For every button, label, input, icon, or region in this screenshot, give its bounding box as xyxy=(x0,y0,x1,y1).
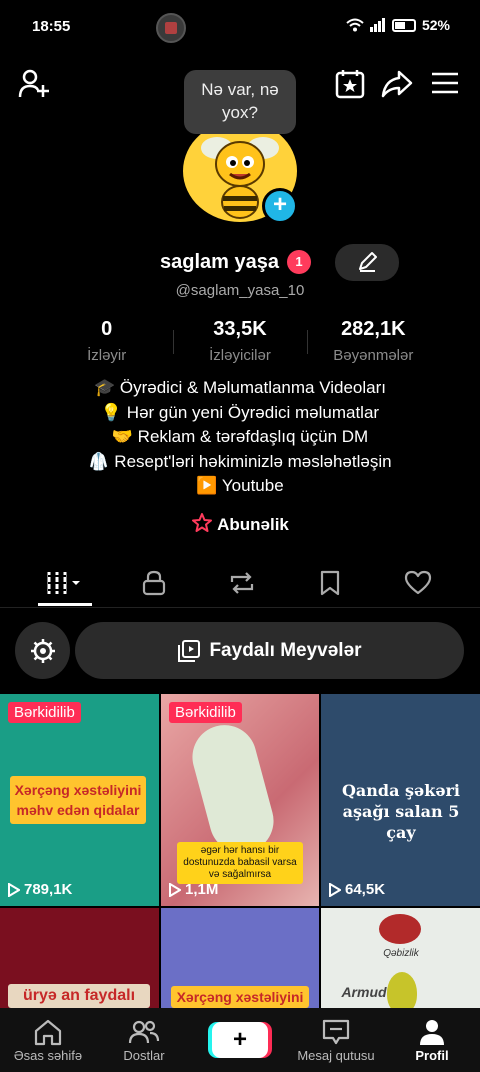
bottom-navigation: Əsas səhifə Dostlar + Mesaj qutusu Profi… xyxy=(0,1008,480,1072)
video-caption: Armud xyxy=(341,984,387,1000)
video-caption: əgər hər hansı bir dostunuzda babasil va… xyxy=(177,842,303,884)
profile-bio: 🎓 Öyrədici & Məlumatlanma Videoları 💡 Hə… xyxy=(0,376,480,499)
calendar-star-icon[interactable] xyxy=(334,68,366,100)
notification-app-icon xyxy=(156,13,186,43)
profile-name-row: saglam yaşa 1 xyxy=(160,250,311,274)
video-caption: Qanda şəkəri aşağı salan 5 çay xyxy=(341,781,461,842)
playlist-icon xyxy=(178,639,201,662)
friends-icon xyxy=(128,1020,160,1043)
signal-icon xyxy=(369,18,385,32)
videos-grid-icon xyxy=(47,572,80,594)
play-icon xyxy=(8,882,20,897)
stat-value: 33,5K xyxy=(213,318,267,340)
inbox-icon xyxy=(322,1019,350,1044)
edit-profile-button[interactable] xyxy=(335,244,399,281)
video-grid: Bərkidilib Xərçəng xəstəliyini məhv edən… xyxy=(0,694,480,1014)
lock-icon xyxy=(142,570,166,596)
video-thumbnail[interactable]: Qəbizlik Armud xyxy=(321,908,480,1014)
video-caption: Xərçəng xəstəliyini məhv edən qidalar xyxy=(10,776,146,824)
share-icon[interactable] xyxy=(381,68,413,100)
tab-reposts[interactable] xyxy=(198,560,286,606)
video-caption: üryə an faydalı xyxy=(8,984,150,1008)
menu-icon[interactable] xyxy=(430,68,460,98)
status-bar: 18:55 52% xyxy=(0,0,480,54)
nav-friends[interactable]: Dostlar xyxy=(96,1008,192,1072)
stat-value: 282,1K xyxy=(341,318,406,340)
pencil-icon xyxy=(359,252,377,272)
playlist-settings-button[interactable] xyxy=(15,622,70,679)
nav-label: Dostlar xyxy=(123,1047,165,1063)
tab-private[interactable] xyxy=(110,560,198,606)
subscription-label: Abunəlik xyxy=(217,515,289,534)
bio-line: 🥼 Resept'ləri həkiminizlə məsləhətləşin xyxy=(88,451,392,471)
view-count: 789,1K xyxy=(8,881,72,898)
subscription-star-icon xyxy=(192,513,213,532)
nav-label: Əsas səhifə xyxy=(13,1047,83,1063)
nav-home[interactable]: Əsas səhifə xyxy=(0,1008,96,1072)
nav-profile[interactable]: Profil xyxy=(384,1008,480,1072)
battery-percent: 52% xyxy=(421,17,450,33)
bio-line: 💡 Hər gün yeni Öyrədici məlumatlar xyxy=(100,402,380,422)
thumbnail-figure xyxy=(185,717,281,861)
bookmark-icon xyxy=(320,570,340,596)
thumbnail-figure xyxy=(379,914,421,944)
subscription-link[interactable]: Abunəlik xyxy=(0,513,480,535)
stat-label: İzləyicilər xyxy=(209,347,271,364)
add-avatar-button[interactable]: + xyxy=(262,188,298,224)
stat-following[interactable]: 0 İzləyir xyxy=(40,318,173,364)
tab-liked[interactable] xyxy=(374,560,462,606)
view-count: 1,1M xyxy=(169,881,218,898)
tabs-divider xyxy=(0,607,480,608)
home-icon xyxy=(34,1019,62,1045)
view-count-value: 1,1M xyxy=(185,881,219,898)
stat-label: Bəyənmələr xyxy=(333,347,414,364)
active-tab-indicator xyxy=(38,603,92,606)
status-note-bubble[interactable]: Nə var, nə yox? xyxy=(184,70,296,134)
tab-saved[interactable] xyxy=(286,560,374,606)
tab-videos[interactable] xyxy=(22,560,110,606)
nav-label: Profil xyxy=(415,1047,449,1063)
bio-line: 🤝 Reklam & tərəfdaşlıq üçün DM xyxy=(111,427,369,446)
bio-line-youtube[interactable]: ▶️ Youtube xyxy=(0,474,480,499)
profile-icon xyxy=(420,1019,444,1045)
heart-icon xyxy=(404,570,432,595)
profile-stats: 0 İzləyir 33,5K İzləyicilər 282,1K Bəyən… xyxy=(40,318,440,364)
play-icon xyxy=(169,882,181,897)
bio-line: 🎓 Öyrədici & Məlumatlanma Videoları xyxy=(93,378,387,397)
stat-label: İzləyir xyxy=(87,347,127,364)
video-caption: Xərçəng xəstəliyini xyxy=(171,986,309,1008)
nav-label: Mesaj qutusu xyxy=(297,1047,375,1063)
stat-followers[interactable]: 33,5K İzləyicilər xyxy=(173,318,306,364)
video-thumbnail[interactable]: Bərkidilib əgər hər hansı bir dostunuzda… xyxy=(161,694,319,906)
video-caption: Qəbizlik xyxy=(383,948,419,959)
stat-value: 0 xyxy=(101,318,113,340)
add-friend-icon[interactable] xyxy=(18,68,52,100)
gear-icon xyxy=(30,638,55,663)
pinned-badge: Bərkidilib xyxy=(8,702,81,723)
view-count-value: 64,5K xyxy=(345,881,386,898)
battery-icon xyxy=(391,18,416,32)
video-thumbnail[interactable]: Xərçəng xəstəliyini xyxy=(161,908,319,1014)
profile-tabs xyxy=(22,560,462,606)
notification-badge: 1 xyxy=(286,250,311,274)
pinned-badge: Bərkidilib xyxy=(169,702,242,723)
status-right: 52% xyxy=(346,17,450,33)
profile-name: saglam yaşa xyxy=(160,250,279,273)
view-count: 64,5K xyxy=(329,881,385,898)
profile-handle: @saglam_yasa_10 xyxy=(175,282,305,299)
playlist-button[interactable]: Faydalı Meyvələr xyxy=(75,622,464,679)
create-plus-icon: + xyxy=(212,1022,268,1058)
video-thumbnail[interactable]: Bərkidilib Xərçəng xəstəliyini məhv edən… xyxy=(0,694,159,906)
status-time: 18:55 xyxy=(32,18,71,35)
nav-create[interactable]: + xyxy=(192,1008,288,1072)
view-count-value: 789,1K xyxy=(24,881,73,898)
video-thumbnail[interactable]: üryə an faydalı xyxy=(0,908,159,1014)
stat-likes[interactable]: 282,1K Bəyənmələr xyxy=(306,318,440,364)
nav-inbox[interactable]: Mesaj qutusu xyxy=(288,1008,384,1072)
playlist-label: Faydalı Meyvələr xyxy=(209,639,362,661)
video-thumbnail[interactable]: Qanda şəkəri aşağı salan 5 çay 64,5K xyxy=(321,694,480,906)
repost-icon xyxy=(230,572,254,594)
wifi-icon xyxy=(346,18,364,32)
play-icon xyxy=(329,882,341,897)
